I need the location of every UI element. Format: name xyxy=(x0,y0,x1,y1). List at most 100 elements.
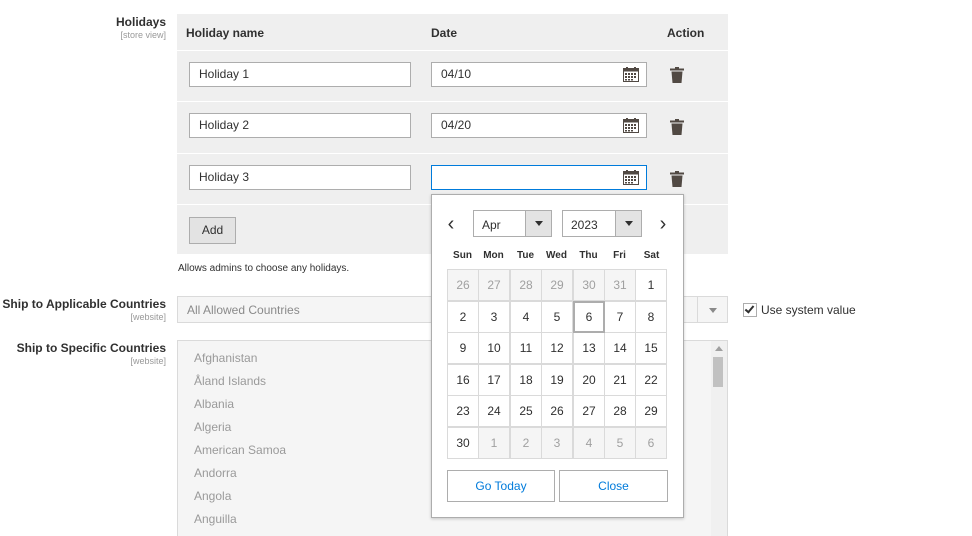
row-divider xyxy=(177,101,728,102)
calendar-day[interactable]: 17 xyxy=(478,364,510,396)
calendar-day[interactable]: 24 xyxy=(478,395,510,427)
calendar-day[interactable]: 5 xyxy=(604,427,636,459)
month-value: Apr xyxy=(482,218,501,232)
use-system-value-checkbox[interactable] xyxy=(743,303,757,317)
calendar-day[interactable]: 5 xyxy=(541,301,573,333)
calendar-day[interactable]: 29 xyxy=(635,395,667,427)
go-today-button[interactable]: Go Today xyxy=(447,470,555,502)
weekday-label: Sat xyxy=(643,250,660,261)
weekday-label: Mon xyxy=(483,250,504,261)
ship-specific-label: Ship to Specific Countries [website] xyxy=(0,341,166,366)
year-value: 2023 xyxy=(571,218,598,232)
calendar-day[interactable]: 28 xyxy=(510,269,542,301)
calendar-day[interactable]: 28 xyxy=(604,395,636,427)
list-item[interactable]: Angola xyxy=(194,489,231,503)
calendar-day[interactable]: 13 xyxy=(573,332,605,364)
trash-icon[interactable] xyxy=(670,119,684,135)
weekday-label: Tue xyxy=(516,250,535,261)
calendar-day[interactable]: 2 xyxy=(510,427,542,459)
list-item[interactable]: Afghanistan xyxy=(194,351,257,365)
year-select[interactable]: 2023 xyxy=(562,210,642,237)
holidays-note: Allows admins to choose any holidays. xyxy=(178,263,350,274)
holiday-name-input[interactable]: Holiday 2 xyxy=(189,113,411,138)
calendar-day[interactable]: 26 xyxy=(541,395,573,427)
calendar-day[interactable]: 31 xyxy=(604,269,636,301)
calendar-day[interactable]: 4 xyxy=(573,427,605,459)
calendar-day[interactable]: 8 xyxy=(635,301,667,333)
list-item[interactable]: Andorra xyxy=(194,466,237,480)
holiday-date-input[interactable] xyxy=(431,165,647,190)
row-divider xyxy=(177,50,728,51)
calendar-day[interactable]: 9 xyxy=(447,332,479,364)
holiday-name-input[interactable]: Holiday 3 xyxy=(189,165,411,190)
calendar-day[interactable]: 27 xyxy=(478,269,510,301)
close-button[interactable]: Close xyxy=(559,470,668,502)
holidays-scope: [store view] xyxy=(120,30,166,40)
calendar-day[interactable]: 2 xyxy=(447,301,479,333)
next-month-icon[interactable]: › xyxy=(655,214,671,235)
calendar-day[interactable]: 3 xyxy=(541,427,573,459)
calendar-day[interactable]: 12 xyxy=(541,332,573,364)
datepicker: ‹ Apr 2023 › Sun Mon Tue Wed Thu Fri Sat… xyxy=(431,194,684,518)
holidays-label-text: Holidays xyxy=(115,15,166,29)
holiday-name-input[interactable]: Holiday 1 xyxy=(189,62,411,87)
list-item[interactable]: Algeria xyxy=(194,420,231,434)
calendar-day[interactable]: 30 xyxy=(573,269,605,301)
trash-icon[interactable] xyxy=(670,171,684,187)
prev-month-icon[interactable]: ‹ xyxy=(443,214,459,235)
scrollbar-thumb[interactable] xyxy=(713,357,723,387)
calendar-day[interactable]: 29 xyxy=(541,269,573,301)
calendar-day[interactable]: 26 xyxy=(447,269,479,301)
calendar-day[interactable]: 19 xyxy=(541,364,573,396)
calendar-day[interactable]: 15 xyxy=(635,332,667,364)
calendar-day[interactable]: 16 xyxy=(447,364,479,396)
calendar-day[interactable]: 10 xyxy=(478,332,510,364)
calendar-day[interactable]: 6 xyxy=(573,301,605,333)
month-select[interactable]: Apr xyxy=(473,210,552,237)
scroll-up-icon[interactable] xyxy=(715,346,723,351)
calendar-day[interactable]: 18 xyxy=(510,364,542,396)
checkmark-icon xyxy=(744,303,755,314)
trash-icon[interactable] xyxy=(670,67,684,83)
list-item[interactable]: American Samoa xyxy=(194,443,286,457)
calendar-day[interactable]: 1 xyxy=(635,269,667,301)
calendar-day[interactable]: 27 xyxy=(573,395,605,427)
ship-applicable-label: Ship to Applicable Countries [website] xyxy=(0,297,166,322)
calendar-day[interactable]: 25 xyxy=(510,395,542,427)
column-header-name: Holiday name xyxy=(186,26,265,40)
calendar-day[interactable]: 23 xyxy=(447,395,479,427)
calendar-day[interactable]: 20 xyxy=(573,364,605,396)
list-item[interactable]: Åland Islands xyxy=(194,374,266,388)
calendar-day[interactable]: 6 xyxy=(635,427,667,459)
calendar-day[interactable]: 7 xyxy=(604,301,636,333)
calendar-day[interactable]: 21 xyxy=(604,364,636,396)
calendar-day[interactable]: 4 xyxy=(510,301,542,333)
weekday-label: Wed xyxy=(546,250,567,261)
calendar-day[interactable]: 3 xyxy=(478,301,510,333)
weekday-label: Fri xyxy=(613,250,626,261)
add-holiday-button[interactable]: Add xyxy=(189,217,236,244)
list-item[interactable]: Albania xyxy=(194,397,234,411)
calendar-day[interactable]: 1 xyxy=(478,427,510,459)
holiday-date-input[interactable]: 04/10 xyxy=(431,62,647,87)
calendar-icon[interactable] xyxy=(623,170,639,185)
ship-specific-label-text: Ship to Specific Countries xyxy=(16,341,166,355)
row-divider xyxy=(177,153,728,154)
scrollbar[interactable] xyxy=(711,341,727,536)
calendar-icon[interactable] xyxy=(623,67,639,82)
use-system-value-label[interactable]: Use system value xyxy=(761,303,856,317)
ship-applicable-label-text: Ship to Applicable Countries xyxy=(2,297,166,311)
calendar-day[interactable]: 11 xyxy=(510,332,542,364)
chevron-down-icon xyxy=(615,211,641,236)
column-header-action: Action xyxy=(667,26,705,40)
column-header-date: Date xyxy=(431,26,458,40)
chevron-down-icon xyxy=(697,297,727,322)
calendar-icon[interactable] xyxy=(623,118,639,133)
calendar-day[interactable]: 30 xyxy=(447,427,479,459)
calendar-day[interactable]: 22 xyxy=(635,364,667,396)
list-item[interactable]: Anguilla xyxy=(194,512,237,526)
holidays-label: Holidays [store view] xyxy=(0,15,166,40)
ship-specific-scope: [website] xyxy=(130,356,166,366)
holiday-date-input[interactable]: 04/20 xyxy=(431,113,647,138)
calendar-day[interactable]: 14 xyxy=(604,332,636,364)
